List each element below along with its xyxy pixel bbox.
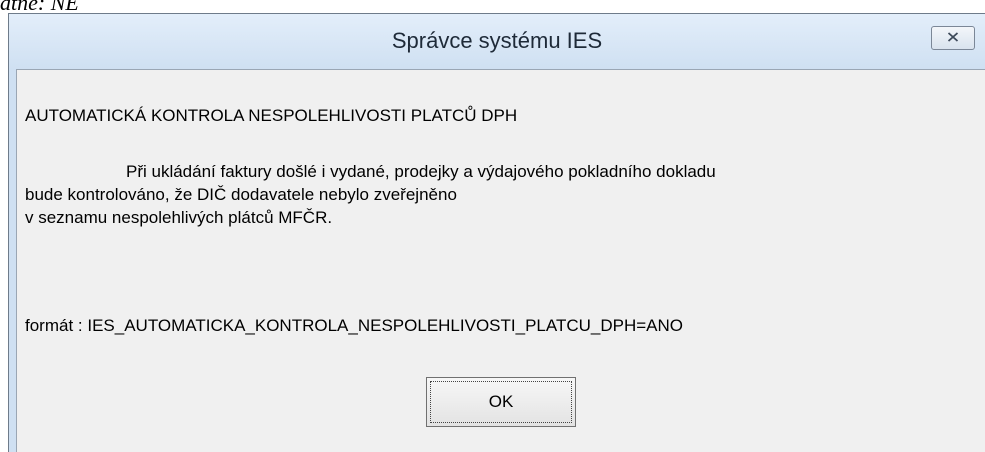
close-button[interactable] xyxy=(931,26,975,50)
dialog-body: AUTOMATICKÁ KONTROLA NESPOLEHLIVOSTI PLA… xyxy=(16,69,985,452)
dialog-title: Správce systému IES xyxy=(391,28,603,53)
message-line: bude kontrolováno, že DIČ dodavatele neb… xyxy=(25,185,457,204)
dialog-heading: AUTOMATICKÁ KONTROLA NESPOLEHLIVOSTI PLA… xyxy=(25,106,518,125)
message-line: v seznamu nespolehlivých plátců MFČR. xyxy=(25,208,333,227)
ok-button[interactable]: OK xyxy=(426,377,576,427)
ok-button-label: OK xyxy=(488,392,514,411)
dialog-message: Při ukládání faktury došlé i vydané, pro… xyxy=(25,160,980,229)
message-line: Při ukládání faktury došlé i vydané, pro… xyxy=(126,162,716,181)
format-info: formát : IES_AUTOMATICKA_KONTROLA_NESPOL… xyxy=(25,316,683,335)
close-icon xyxy=(947,29,959,47)
title-bar[interactable]: Správce systému IES xyxy=(9,14,985,69)
dialog-window: Správce systému IES AUTOMATICKÁ KONTROLA… xyxy=(8,13,985,452)
